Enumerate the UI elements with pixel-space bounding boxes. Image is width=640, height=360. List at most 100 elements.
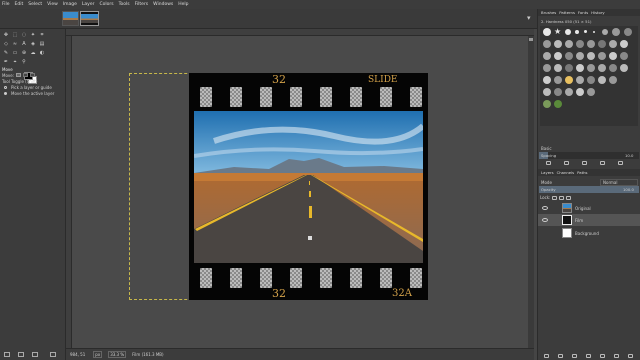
brush-icon[interactable] (565, 52, 573, 60)
vertical-scrollbar[interactable] (528, 36, 534, 348)
rect-select-icon[interactable]: ⬚ (12, 32, 18, 38)
smudge-icon[interactable]: ☁ (30, 50, 36, 56)
brush-icon[interactable] (620, 64, 628, 72)
lock-alpha-icon[interactable] (566, 196, 571, 200)
image-tab-thumbnail-2[interactable] (80, 11, 99, 26)
lock-pixels-icon[interactable] (552, 196, 557, 200)
scrollbar-thumb[interactable] (529, 38, 533, 41)
brush-icon[interactable] (587, 40, 595, 48)
layer-row-original[interactable]: Original (538, 202, 640, 214)
menu-file[interactable]: File (2, 0, 10, 9)
visibility-eye-icon[interactable] (542, 206, 548, 210)
brush-icon[interactable] (598, 40, 606, 48)
opacity-slider[interactable]: Opacity 100.0 (539, 186, 639, 193)
brush-icon[interactable] (584, 30, 587, 33)
move-layer-mode-icon[interactable] (16, 73, 21, 77)
brush-icon[interactable] (609, 76, 617, 84)
brush-icon[interactable] (543, 52, 551, 60)
new-layer-icon[interactable] (544, 354, 549, 358)
brush-icon[interactable] (565, 40, 573, 48)
menu-colors[interactable]: Colors (99, 0, 113, 9)
brush-icon[interactable] (587, 64, 595, 72)
brush-icon[interactable] (554, 52, 562, 60)
zoom-select[interactable]: 33.3 % (108, 351, 127, 358)
brush-icon[interactable] (554, 40, 562, 48)
raise-layer-icon[interactable] (558, 354, 563, 358)
tab-history[interactable]: History (591, 10, 605, 15)
menu-tools[interactable]: Tools (119, 0, 130, 9)
brush-icon[interactable] (612, 28, 620, 36)
brush-icon[interactable] (587, 88, 595, 96)
brush-icon[interactable] (598, 52, 606, 60)
tab-channels[interactable]: Channels (557, 170, 575, 175)
clone-icon[interactable]: ⊕ (21, 50, 27, 56)
brush-icon[interactable] (543, 88, 551, 96)
move-path-mode-icon[interactable] (30, 73, 35, 77)
brush-icon[interactable] (576, 64, 584, 72)
lower-layer-icon[interactable] (572, 354, 577, 358)
brush-icon[interactable] (598, 64, 606, 72)
menu-edit[interactable]: Edit (15, 0, 24, 9)
brush-icon[interactable] (575, 30, 579, 34)
text-icon[interactable]: A (21, 41, 27, 47)
brush-icon[interactable] (543, 76, 551, 84)
brush-icon[interactable] (554, 76, 562, 84)
brush-icon[interactable] (598, 76, 606, 84)
tab-layers[interactable]: Layers (541, 170, 554, 175)
delete-brush-icon[interactable] (600, 161, 605, 165)
move-selection-mode-icon[interactable] (23, 73, 28, 77)
brush-icon[interactable] (565, 88, 573, 96)
brush-icon[interactable] (620, 40, 628, 48)
menu-windows[interactable]: Windows (153, 0, 173, 9)
brush-icon[interactable] (576, 40, 584, 48)
tab-menu-icon[interactable]: ▾ (527, 14, 535, 22)
brush-hard-icon[interactable] (543, 28, 551, 36)
tab-paths[interactable]: Paths (577, 170, 587, 175)
dodge-icon[interactable]: ◐ (39, 50, 45, 56)
brush-icon[interactable] (554, 64, 562, 72)
mode-select[interactable]: Normal (600, 179, 638, 186)
brush-star-icon[interactable]: ★ (554, 28, 562, 36)
lock-position-icon[interactable] (559, 196, 564, 200)
brush-icon[interactable] (565, 29, 571, 35)
transform-icon[interactable]: ◇ (3, 41, 9, 47)
brush-icon[interactable] (624, 28, 632, 36)
paint-bucket-icon[interactable]: ◈ (30, 41, 36, 47)
menu-filters[interactable]: Filters (135, 0, 149, 9)
lasso-icon[interactable]: ◌ (21, 32, 27, 38)
brush-icon[interactable] (593, 31, 595, 33)
layer-row-background[interactable]: Background (538, 227, 640, 239)
gradient-icon[interactable]: ▤ (39, 41, 45, 47)
move-active-layer-radio[interactable] (4, 92, 7, 95)
layer-row-film[interactable]: Film (538, 214, 640, 226)
menu-image[interactable]: Image (63, 0, 77, 9)
brush-icon[interactable] (609, 64, 617, 72)
delete-layer-icon[interactable] (628, 354, 633, 358)
refresh-brushes-icon[interactable] (618, 161, 623, 165)
color-picker-icon[interactable]: ⌖ (12, 59, 18, 65)
visibility-eye-icon[interactable] (542, 218, 548, 222)
brush-icon[interactable] (565, 64, 573, 72)
brush-grid[interactable]: ★ (540, 26, 638, 126)
brush-icon[interactable] (576, 52, 584, 60)
menu-layer[interactable]: Layer (82, 0, 95, 9)
brush-icon[interactable] (609, 52, 617, 60)
zoom-icon[interactable]: ⚲ (21, 59, 27, 65)
fuzzy-select-icon[interactable]: ✦ (30, 32, 36, 38)
brush-icon[interactable] (576, 88, 584, 96)
eraser-icon[interactable]: ▭ (12, 50, 18, 56)
duplicate-brush-icon[interactable] (582, 161, 587, 165)
image-tab-thumbnail-1[interactable] (62, 11, 79, 26)
brush-icon[interactable] (543, 64, 551, 72)
tab-fonts[interactable]: Fonts (578, 10, 588, 15)
tab-brushes[interactable]: Brushes (541, 10, 556, 15)
menu-view[interactable]: View (47, 0, 58, 9)
mask-layer-icon[interactable] (614, 354, 619, 358)
anchor-layer-icon[interactable] (600, 354, 605, 358)
brush-icon[interactable] (554, 100, 562, 108)
spacing-slider[interactable]: Spacing 10.0 (539, 152, 639, 159)
paths-icon[interactable]: ✒ (3, 59, 9, 65)
brush-icon[interactable] (543, 40, 551, 48)
brush-icon[interactable] (587, 52, 595, 60)
brush-icon[interactable] (565, 76, 573, 84)
